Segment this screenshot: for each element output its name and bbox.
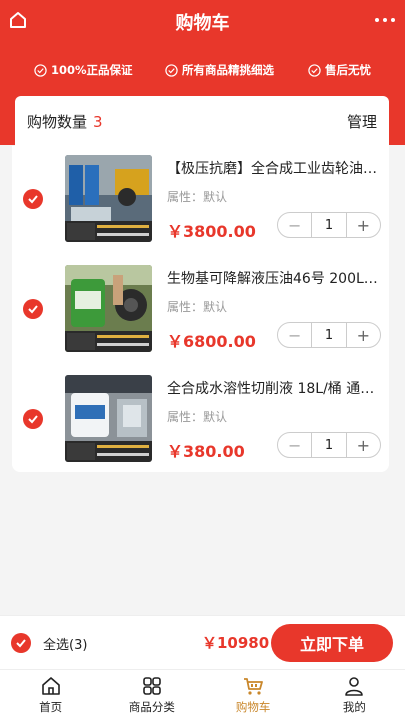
- cart-item: 生物基可降解液压油46号 200L/桶 属性：默认 ￥6800.00 − 1 +: [12, 256, 389, 366]
- quantity-stepper: − 1 +: [277, 322, 381, 348]
- tab-label: 购物车: [235, 700, 271, 714]
- check-circle-icon: [165, 63, 178, 77]
- decrease-button[interactable]: −: [278, 433, 311, 457]
- check-circle-icon: [308, 63, 321, 77]
- home-icon[interactable]: [8, 10, 28, 30]
- tab-label: 商品分类: [128, 700, 175, 714]
- select-all-label[interactable]: 全选(3): [43, 634, 87, 653]
- quantity-stepper: − 1 +: [277, 432, 381, 458]
- guarantee-item: 所有商品精挑细选: [165, 62, 274, 78]
- tab-label: 首页: [39, 700, 63, 714]
- cart-count-label: 购物数量: [27, 112, 88, 131]
- product-attribute: 属性：默认: [167, 300, 228, 314]
- bottom-tab-bar: 首页 商品分类 购物车 我的: [0, 669, 405, 720]
- tab-label: 我的: [342, 700, 366, 714]
- more-icon[interactable]: [375, 12, 395, 28]
- tab-home[interactable]: 首页: [0, 670, 101, 720]
- quantity-input[interactable]: 1: [311, 213, 347, 237]
- checkout-bar: 全选(3) ￥10980 立即下单: [0, 615, 405, 669]
- product-name[interactable]: 生物基可降解液压油46号 200L/桶: [167, 268, 382, 288]
- user-icon: [345, 677, 364, 696]
- product-price: ￥380.00: [167, 442, 245, 461]
- cart-item: 全合成水溶性切削液 18L/桶 通… 属性：默认 ￥380.00 − 1 +: [12, 366, 389, 476]
- place-order-button[interactable]: 立即下单: [271, 624, 393, 662]
- increase-button[interactable]: +: [347, 323, 380, 347]
- increase-button[interactable]: +: [347, 433, 380, 457]
- item-checkbox[interactable]: [23, 299, 43, 319]
- product-attribute: 属性：默认: [167, 410, 228, 424]
- decrease-button[interactable]: −: [278, 213, 311, 237]
- product-image[interactable]: [65, 265, 152, 352]
- product-price: ￥3800.00: [167, 222, 256, 241]
- cart-summary-bar: 购物数量 3 管理: [15, 96, 389, 146]
- quantity-stepper: − 1 +: [277, 212, 381, 238]
- top-bar: 购物车: [0, 0, 405, 44]
- select-all-checkbox[interactable]: [11, 633, 31, 653]
- item-checkbox[interactable]: [23, 189, 43, 209]
- guarantee-label: 所有商品精挑细选: [182, 63, 274, 77]
- check-circle-icon: [34, 63, 47, 77]
- guarantee-item: 售后无忧: [308, 62, 371, 78]
- cart-item: 【极压抗磨】全合成工业齿轮油… 属性：默认 ￥3800.00 − 1 +: [12, 146, 389, 256]
- checkmark-icon: [28, 195, 38, 204]
- checkmark-icon: [16, 639, 26, 648]
- product-name[interactable]: 【极压抗磨】全合成工业齿轮油…: [167, 158, 382, 178]
- quantity-input[interactable]: 1: [311, 323, 347, 347]
- decrease-button[interactable]: −: [278, 323, 311, 347]
- guarantee-label: 售后无忧: [325, 63, 371, 77]
- checkmark-icon: [28, 415, 38, 424]
- cart-icon: [244, 678, 264, 695]
- product-attribute: 属性：默认: [167, 190, 228, 204]
- cart-count: 购物数量 3: [27, 111, 103, 132]
- guarantee-item: 100%正品保证: [34, 62, 133, 78]
- tab-profile[interactable]: 我的: [304, 670, 405, 720]
- cart-count-value: 3: [93, 112, 103, 131]
- quantity-input[interactable]: 1: [311, 433, 347, 457]
- checkmark-icon: [28, 305, 38, 314]
- home-icon: [41, 677, 60, 695]
- increase-button[interactable]: +: [347, 213, 380, 237]
- guarantee-label: 100%正品保证: [51, 63, 133, 77]
- manage-button[interactable]: 管理: [347, 111, 377, 132]
- product-price: ￥6800.00: [167, 332, 256, 351]
- product-image[interactable]: [65, 375, 152, 462]
- product-name[interactable]: 全合成水溶性切削液 18L/桶 通…: [167, 378, 382, 398]
- guarantee-strip: 100%正品保证 所有商品精挑细选 售后无忧: [0, 58, 405, 82]
- page-title: 购物车: [175, 13, 230, 34]
- product-image[interactable]: [65, 155, 152, 242]
- item-checkbox[interactable]: [23, 409, 43, 429]
- tab-category[interactable]: 商品分类: [101, 670, 202, 720]
- total-price: ￥10980: [202, 634, 270, 652]
- cart-list: 【极压抗磨】全合成工业齿轮油… 属性：默认 ￥3800.00 − 1 + 生物基…: [12, 146, 389, 472]
- tab-cart[interactable]: 购物车: [203, 670, 304, 720]
- category-icon: [143, 677, 161, 695]
